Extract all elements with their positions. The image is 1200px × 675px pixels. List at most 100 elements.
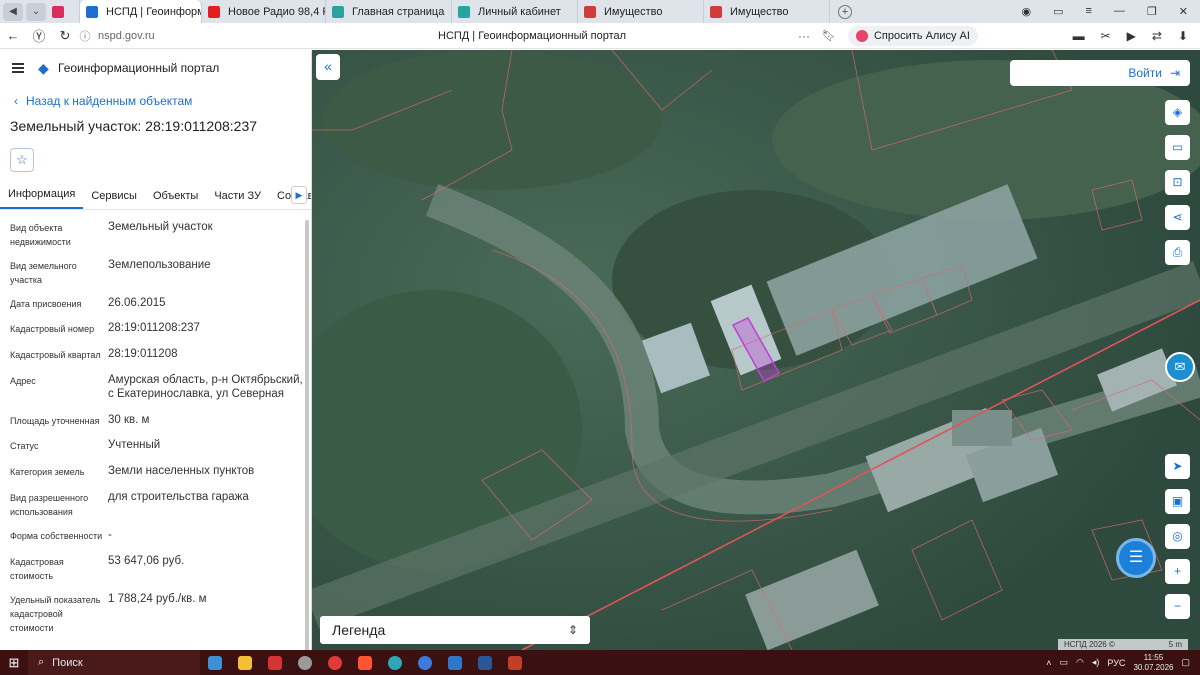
ruler-icon[interactable]: ▭ xyxy=(1165,135,1190,160)
panel-tabs: Информация Сервисы Объекты Части ЗУ Сост… xyxy=(0,184,311,210)
map-imagery xyxy=(312,50,1200,650)
tab-parts[interactable]: Части ЗУ xyxy=(206,190,269,209)
copyright-label: НСПД 2026 © xyxy=(1064,640,1115,649)
task-view-icon[interactable] xyxy=(200,650,230,675)
property-row: Дата присвоения 26.06.2015 xyxy=(10,296,311,321)
zoom-in-icon[interactable]: + xyxy=(1165,559,1190,584)
chrome-icon[interactable] xyxy=(410,650,440,675)
url-field[interactable]: nspd.gov.ru xyxy=(98,30,218,42)
back-to-results-link[interactable]: ‹ Назад к найденным объектам xyxy=(14,94,311,108)
panel-scrollbar[interactable] xyxy=(305,220,309,650)
browser-menu-icon[interactable]: ◀ xyxy=(3,2,23,21)
login-button[interactable]: Войти ⇥ xyxy=(1010,60,1190,86)
taskbar-search[interactable]: ⌕ Поиск xyxy=(28,650,200,675)
browser-tab-strip: ◀ ⌄ НСПД | Геоинформаци ✕ Новое Радио 98… xyxy=(0,0,1200,23)
app-icon[interactable] xyxy=(260,650,290,675)
tools-icon[interactable]: ✂ xyxy=(1101,29,1111,43)
browser-tab-main[interactable]: Главная страница xyxy=(326,0,452,23)
support-chat-button[interactable]: ☰ xyxy=(1116,538,1156,578)
close-window-icon[interactable]: ✕ xyxy=(1179,5,1188,18)
property-label: Вид объекта недвижимости xyxy=(10,223,71,247)
portal-logo-icon: ◆ xyxy=(38,60,49,76)
windows-start-icon[interactable]: ⊞ xyxy=(0,655,28,671)
language-indicator[interactable]: РУС xyxy=(1107,658,1125,668)
tab-title: НСПД | Геоинформаци xyxy=(106,5,201,18)
chevron-up-icon[interactable]: ˄ xyxy=(1046,658,1051,668)
area-select-icon[interactable]: ⊡ xyxy=(1165,170,1190,195)
property-label: Форма собственности xyxy=(10,531,103,541)
notifications-icon[interactable]: ▢ xyxy=(1181,657,1190,668)
more-icon[interactable]: ··· xyxy=(798,29,810,43)
tabs-scroll-right-icon[interactable]: ▶ xyxy=(291,186,307,204)
hamburger-menu-icon[interactable] xyxy=(12,63,24,73)
play-icon[interactable]: ▶ xyxy=(1127,29,1136,43)
downloads-icon[interactable]: ⬇ xyxy=(1178,29,1188,43)
browser-tab-property-2[interactable]: Имущество xyxy=(704,0,830,23)
back-arrow-icon[interactable]: ← xyxy=(0,28,26,43)
property-value: 53 647,06 руб. xyxy=(108,555,185,567)
browser-tab-cabinet[interactable]: Личный кабинет xyxy=(452,0,578,23)
minimize-icon[interactable]: — xyxy=(1114,5,1125,18)
word-icon[interactable] xyxy=(470,650,500,675)
active-app-icon[interactable] xyxy=(500,650,530,675)
favorite-button[interactable]: ☆ xyxy=(10,148,34,172)
browser-tab-radio[interactable]: Новое Радио 98,4 F ◂) xyxy=(202,0,326,23)
tab-title: Имущество xyxy=(604,5,663,18)
wifi-icon[interactable]: ◠ xyxy=(1076,657,1084,668)
share-icon[interactable]: ⋖ xyxy=(1165,205,1190,230)
print-icon[interactable]: ⎙ xyxy=(1165,240,1190,265)
maximize-icon[interactable]: ❐ xyxy=(1147,5,1157,18)
geotag-icon[interactable]: ◎ xyxy=(1165,524,1190,549)
bookmark-icon[interactable]: 🔖︎ xyxy=(822,29,836,42)
translate-icon[interactable]: ⇄ xyxy=(1152,29,1162,43)
tab-information[interactable]: Информация xyxy=(0,188,84,209)
chevron-updown-icon: ⇕ xyxy=(567,623,578,637)
property-value: Учтенный xyxy=(108,439,161,451)
edge-icon[interactable] xyxy=(380,650,410,675)
browser-tab-nspd[interactable]: НСПД | Геоинформаци ✕ xyxy=(80,0,202,23)
property-label: Удельный показатель кадастровой стоимост… xyxy=(10,595,101,633)
property-row: Форма собственности - xyxy=(10,528,311,554)
zoom-out-icon[interactable]: − xyxy=(1165,594,1190,619)
collapse-panel-button[interactable]: « xyxy=(316,54,340,80)
windows-taskbar: ⊞ ⌕ Поиск ˄ ▭ ◠ ◂) РУС 11:55 30.07.2026 … xyxy=(0,650,1200,675)
yandex-browser-icon[interactable] xyxy=(350,650,380,675)
locate-icon[interactable]: ➤ xyxy=(1165,454,1190,479)
menu-icon[interactable]: ≡ xyxy=(1085,5,1091,18)
extension-icon[interactable]: ◉ xyxy=(1021,5,1031,18)
property-list: Вид объекта недвижимости Земельный участ… xyxy=(0,220,311,636)
yandex-icon[interactable]: Ⓨ xyxy=(26,26,52,45)
volume-icon[interactable]: ◂) xyxy=(1092,657,1100,668)
browser-tab-pocket[interactable] xyxy=(46,0,80,23)
ask-alisa-button[interactable]: Спросить Алису AI xyxy=(847,25,978,46)
new-tab-button[interactable]: + xyxy=(838,4,852,19)
tabs-dropdown-icon[interactable]: ⌄ xyxy=(26,2,46,21)
layers-icon[interactable]: ◈ xyxy=(1165,100,1190,125)
clock[interactable]: 11:55 30.07.2026 xyxy=(1133,653,1173,673)
browser-tab-property-1[interactable]: Имущество xyxy=(578,0,704,23)
site-info-icon[interactable]: ⓘ xyxy=(78,28,92,44)
assistant-icon[interactable]: ✉ xyxy=(1165,352,1195,382)
dash-icon[interactable]: ▬ xyxy=(1073,29,1085,43)
satellite-map[interactable]: « Войти ⇥ ◈ ▭ ⊡ ⋖ ⎙ ✉ ➤ ▣ ◎ + − ☰ Легенд… xyxy=(312,50,1200,650)
property-label: Кадастровый квартал xyxy=(10,350,101,360)
legend-dropdown[interactable]: Легенда ⇕ xyxy=(320,616,590,644)
mail-icon[interactable] xyxy=(440,650,470,675)
property-row: Категория земель Земли населенных пункто… xyxy=(10,464,311,490)
property-row: Адрес Амурская область, р-н Октябрьский,… xyxy=(10,373,311,413)
panel-header: ◆ Геоинформационный портал xyxy=(0,50,311,86)
network-icon[interactable]: ▭ xyxy=(1060,657,1069,668)
reload-icon[interactable]: ↻ xyxy=(52,28,78,44)
yandex-app-icon[interactable] xyxy=(320,650,350,675)
property-row: Площадь уточненная 30 кв. м xyxy=(10,413,311,438)
property-row: Кадастровая стоимость 53 647,06 руб. xyxy=(10,554,311,592)
property-value: 28:19:011208:237 xyxy=(108,322,200,334)
browser-app-icon[interactable] xyxy=(290,650,320,675)
page-title: НСПД | Геоинформационный портал xyxy=(438,29,627,42)
tab-objects[interactable]: Объекты xyxy=(145,190,206,209)
tab-services[interactable]: Сервисы xyxy=(83,190,145,209)
search-label: Поиск xyxy=(52,656,83,669)
file-explorer-icon[interactable] xyxy=(230,650,260,675)
bookmarks-icon[interactable]: ▭ xyxy=(1053,5,1063,18)
minimap-icon[interactable]: ▣ xyxy=(1165,489,1190,514)
